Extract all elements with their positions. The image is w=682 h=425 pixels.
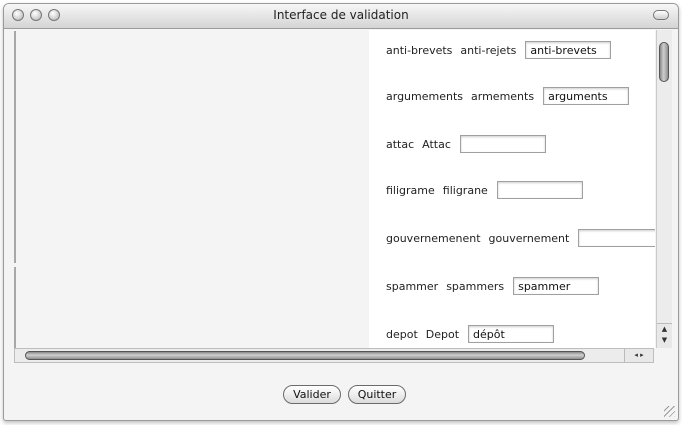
scroll-arrows[interactable]: ▲ ▼ <box>14 237 15 262</box>
scroll-thumb[interactable] <box>25 351 585 360</box>
quit-button[interactable]: Quitter <box>348 385 406 404</box>
arrow-left-icon[interactable]: ◂ <box>634 351 638 359</box>
validate-button[interactable]: Valider <box>283 385 341 404</box>
correction-input[interactable]: anti-brevets <box>525 41 612 59</box>
correction-input[interactable] <box>459 135 546 153</box>
text-pane-bottom-scrollbar[interactable] <box>14 268 15 347</box>
resize-grip-icon[interactable] <box>664 406 675 417</box>
correction-input[interactable] <box>578 229 655 247</box>
correction-row: gouvernemenent gouvernement <box>386 228 655 248</box>
arrow-down-icon[interactable]: ▼ <box>657 335 672 346</box>
horizontal-scrollbar[interactable]: ◂ ▸ <box>14 348 654 363</box>
text-pane-top-scrollbar[interactable]: ▲ ▼ <box>14 32 15 262</box>
arrow-up-icon[interactable]: ▲ <box>14 238 15 249</box>
title-bar: Interface de validation <box>4 4 678 29</box>
toolbar-toggle-button[interactable] <box>653 10 669 20</box>
text-pane-top[interactable]: les modifications puisque tu as l'air ca… <box>14 31 16 263</box>
scroll-arrows[interactable]: ▲ ▼ <box>657 323 672 348</box>
correction-row: attac Attac <box>386 134 546 154</box>
erroneous-token-label: argumements <box>386 89 464 103</box>
erroneous-token-label: gouvernemenent <box>386 231 481 245</box>
suggestion-label: filigrane <box>442 183 488 197</box>
erroneous-token-label: filigrame <box>386 183 435 197</box>
window-title: Interface de validation <box>273 8 409 22</box>
text-pane-bottom[interactable]: 5 Consignes de vote, si vous ne connaiss… <box>14 267 16 348</box>
suggestion-label: gouvernement <box>488 231 570 245</box>
correction-row: spammer spammers spammer <box>386 276 600 296</box>
erroneous-token-label: attac <box>386 137 415 151</box>
arrow-down-icon[interactable]: ▼ <box>14 249 15 260</box>
correction-input[interactable]: arguments <box>543 87 630 105</box>
suggestion-label: Attac <box>422 137 451 151</box>
suggestion-label: armements <box>471 89 535 103</box>
suggestion-label: Depot <box>425 327 460 341</box>
form-scrollbar[interactable]: ▲ ▼ <box>656 30 672 348</box>
correction-row: anti-brevets anti-rejets anti-brevets <box>386 40 612 60</box>
scroll-thumb[interactable] <box>659 42 669 82</box>
suggestion-label: spammers <box>446 279 505 293</box>
correction-row: argumements armements arguments <box>386 86 630 106</box>
correction-input[interactable]: dépôt <box>468 325 555 343</box>
correction-input[interactable]: spammer <box>513 277 600 295</box>
erroneous-token-label: depot <box>386 327 418 341</box>
arrow-up-icon[interactable]: ▲ <box>657 324 672 335</box>
erroneous-token-label: anti-brevets <box>386 43 453 57</box>
correction-form: anti-brevets anti-rejets anti-brevets argum… <box>369 30 655 348</box>
app-window: Interface de validation les modification… <box>3 3 679 421</box>
correction-row: depot Depot dépôt <box>386 324 555 344</box>
suggestion-label: anti-rejets <box>460 43 517 57</box>
correction-row: filigrame filigrane <box>386 180 583 200</box>
scroll-arrows[interactable]: ◂ ▸ <box>624 349 653 362</box>
arrow-right-icon[interactable]: ▸ <box>640 351 644 359</box>
erroneous-token-label: spammer <box>386 279 439 293</box>
correction-input[interactable] <box>496 181 583 199</box>
